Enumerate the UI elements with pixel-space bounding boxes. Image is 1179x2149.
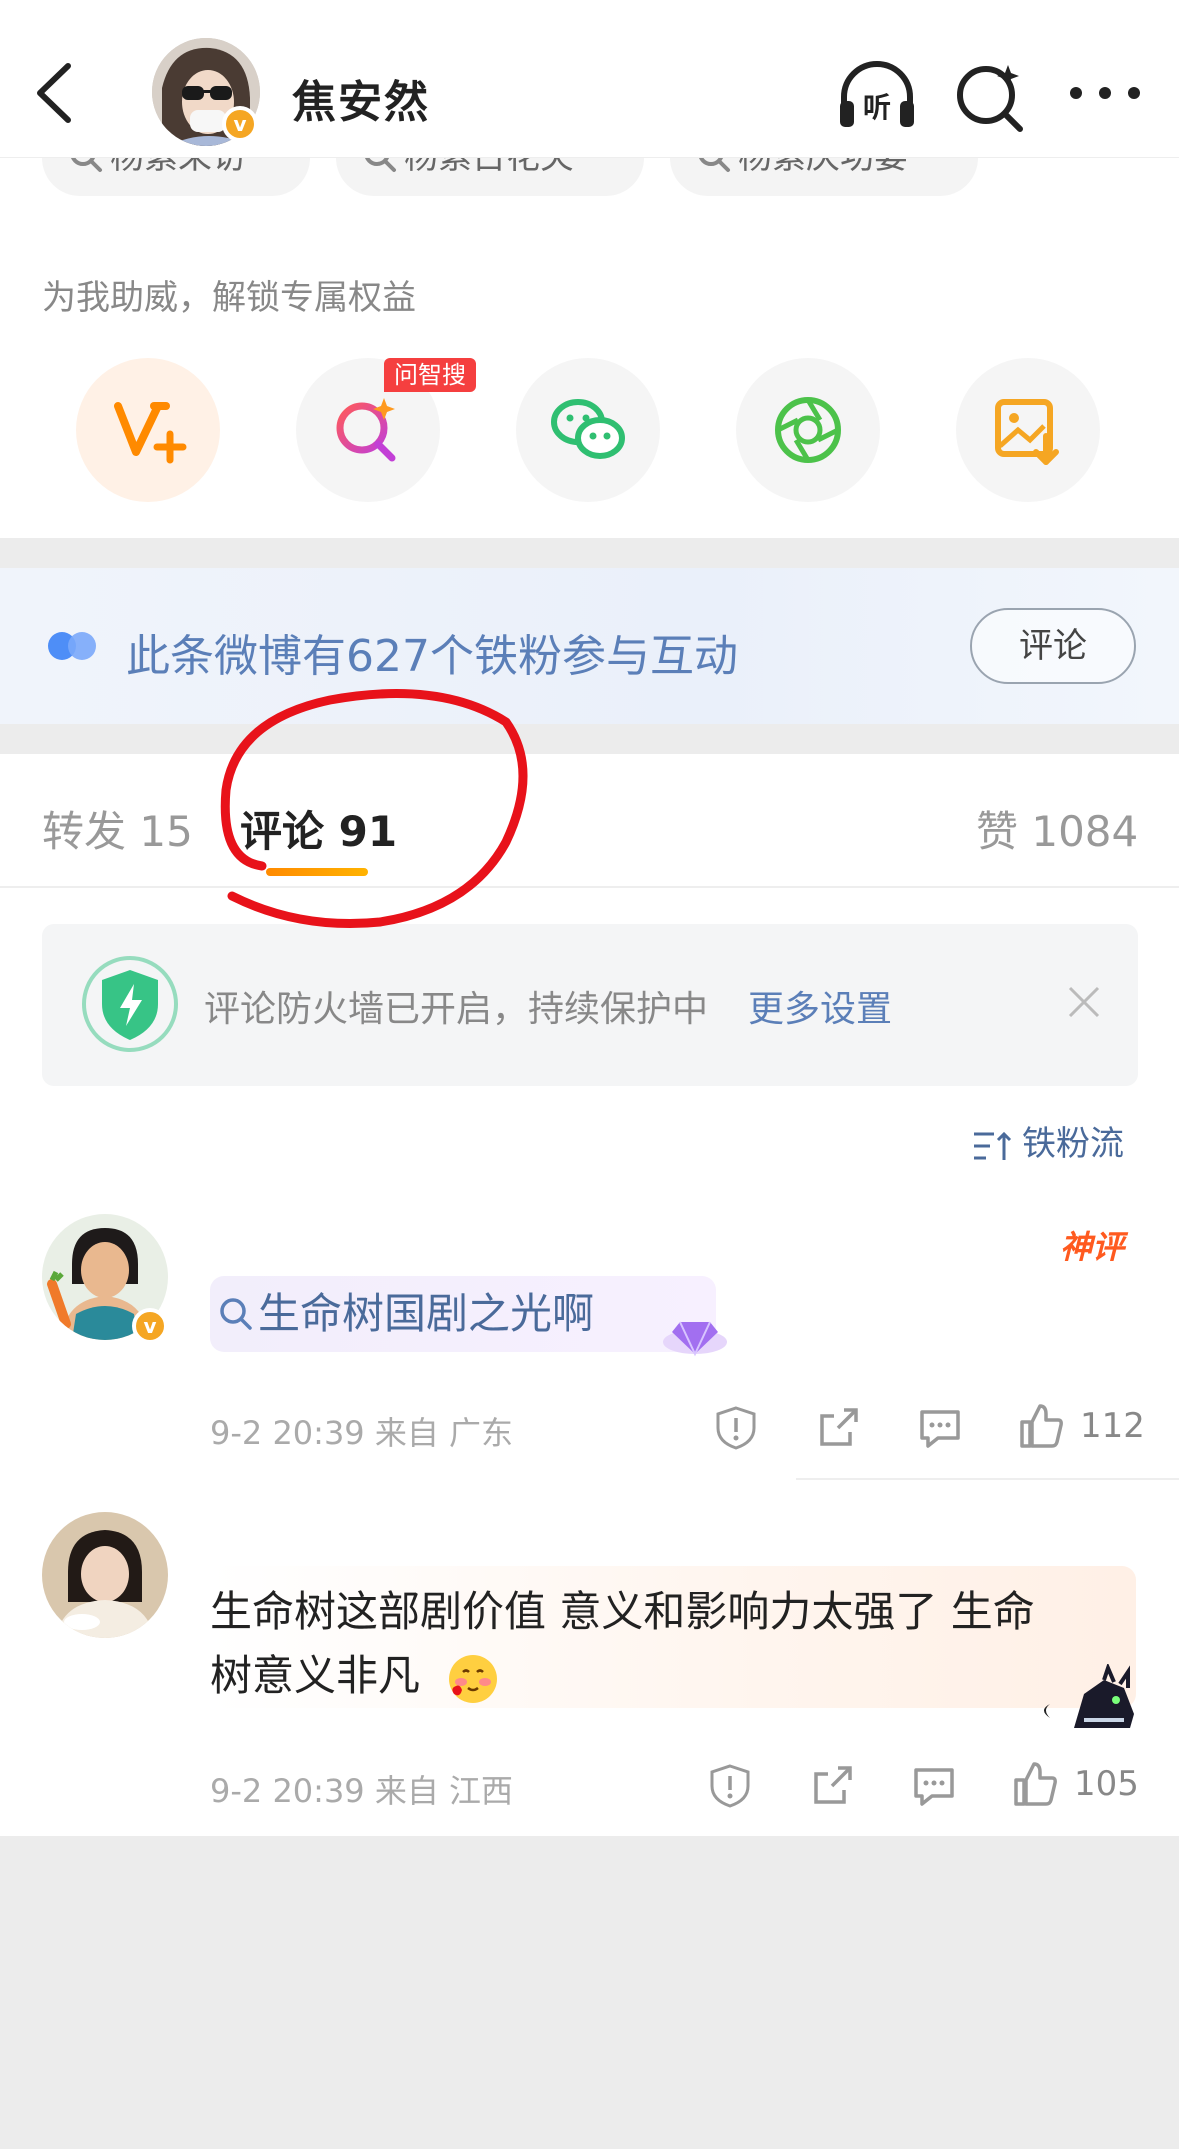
share-moments-button[interactable] — [736, 358, 880, 502]
tab-comments[interactable]: 评论 91 — [240, 798, 397, 859]
share-icon[interactable] — [808, 1762, 856, 1810]
listen-label: 听 — [863, 91, 891, 124]
verified-badge-icon: v — [222, 106, 258, 142]
active-tab-indicator — [266, 868, 368, 876]
v-plus-icon — [114, 402, 187, 464]
share-wechat-button[interactable] — [516, 358, 660, 502]
search-icon — [220, 1298, 252, 1330]
report-icon[interactable] — [706, 1762, 754, 1810]
wechat-icon — [551, 399, 625, 459]
gem-decoration-icon — [663, 1321, 727, 1357]
sort-label: 铁粉流 — [1022, 1124, 1124, 1164]
comment-text[interactable]: 生命树国剧之光啊 — [258, 1282, 594, 1346]
top-comment-badge: 神评 — [1060, 1228, 1125, 1266]
ai-search-badge: 问智搜 — [384, 358, 476, 392]
comment-text-line[interactable]: 生命树这部剧价值 意义和影响力太强了 生命 — [210, 1580, 1035, 1644]
listen-headphones-icon[interactable]: 听 — [834, 55, 920, 135]
back-arrow-icon[interactable] — [30, 58, 80, 128]
tab-repost[interactable]: 转发 15 — [42, 798, 193, 859]
search-sparkle-icon[interactable] — [948, 55, 1034, 135]
like-count: 105 — [1074, 1764, 1139, 1804]
reply-icon[interactable] — [916, 1404, 964, 1452]
reply-icon[interactable] — [910, 1762, 958, 1810]
top-bar: v 焦安然 听 — [0, 0, 1179, 158]
interaction-section: 转发 15 评论 91 赞 1084 评论防火墙已开启，持续保护中 更多设置 铁… — [0, 754, 1179, 1836]
fans-banner-text: 此条微博有627个铁粉参与互动 — [126, 631, 738, 682]
firewall-text: 评论防火墙已开启，持续保护中 — [204, 989, 709, 1030]
comment-timestamp: 9-2 20:39 来自 广东 — [210, 1414, 514, 1452]
fans-comment-button[interactable]: 评论 — [970, 608, 1136, 684]
report-icon[interactable] — [712, 1404, 760, 1452]
boost-card: 杨紫采访 杨紫古花夹 杨紫庆功宴 为我助威，解锁专属权益 问智搜 — [0, 118, 1179, 538]
sort-toggle[interactable]: 铁粉流 — [972, 1116, 1124, 1165]
boost-label: 为我助威，解锁专属权益 — [42, 278, 416, 318]
verified-badge-icon: v — [132, 1308, 168, 1344]
sort-icon — [974, 1131, 1012, 1160]
boost-v-plus-button[interactable] — [76, 358, 220, 502]
comment-firewall-notice: 评论防火墙已开启，持续保护中 更多设置 — [42, 924, 1138, 1086]
blushing-emoji-icon — [449, 1655, 497, 1703]
shield-icon — [82, 956, 178, 1052]
comment-timestamp: 9-2 20:39 来自 江西 — [210, 1772, 514, 1810]
firewall-settings-link[interactable]: 更多设置 — [748, 980, 892, 1032]
dragon-decoration-icon — [1044, 1664, 1134, 1728]
ai-search-icon — [336, 398, 396, 462]
moments-icon — [775, 397, 841, 463]
save-image-icon — [995, 399, 1059, 465]
fans-interaction-banner[interactable]: 此条微博有627个铁粉参与互动 评论 — [0, 568, 1179, 724]
save-image-button[interactable] — [956, 358, 1100, 502]
comment-text-line[interactable]: 树意义非凡 — [210, 1644, 420, 1708]
like-icon[interactable] — [1012, 1760, 1060, 1808]
close-icon[interactable] — [1062, 980, 1106, 1024]
user-name[interactable]: 焦安然 — [292, 66, 430, 130]
commenter-avatar[interactable] — [42, 1512, 168, 1638]
more-options-icon[interactable] — [1062, 55, 1148, 135]
comment-divider — [796, 1478, 1179, 1480]
tabs-divider — [0, 886, 1179, 888]
like-icon[interactable] — [1018, 1402, 1066, 1450]
fans-icon — [48, 632, 96, 660]
like-count: 112 — [1080, 1406, 1145, 1446]
tab-likes[interactable]: 赞 1084 — [976, 798, 1138, 859]
share-icon[interactable] — [814, 1404, 862, 1452]
